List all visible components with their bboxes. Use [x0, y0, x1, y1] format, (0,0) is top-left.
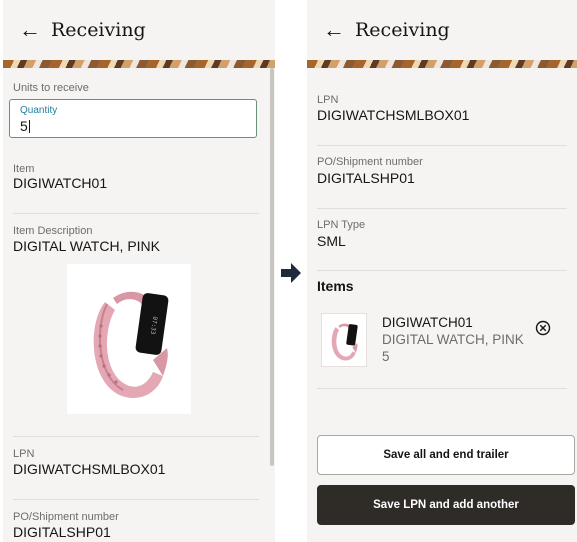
divider — [317, 208, 567, 209]
back-arrow-icon[interactable]: ← — [19, 19, 41, 41]
quantity-value[interactable]: 5 — [20, 118, 30, 134]
page-title: Receiving — [355, 19, 450, 41]
back-arrow-icon[interactable]: ← — [323, 19, 345, 41]
pink-watch-icon — [331, 323, 358, 361]
po-shipment-value: DIGITALSHP01 — [13, 524, 111, 540]
decorative-banner — [307, 60, 577, 68]
item-description-label: Item Description — [13, 225, 93, 237]
page-title: Receiving — [51, 19, 146, 41]
lpn-value: DIGIWATCHSMLBOX01 — [317, 107, 470, 123]
items-heading: Items — [317, 278, 354, 294]
item-label: Item — [13, 163, 35, 175]
divider — [13, 436, 259, 437]
po-shipment-value: DIGITALSHP01 — [317, 170, 415, 186]
lpn-label: LPN — [317, 94, 339, 106]
item-description-value: DIGITAL WATCH, PINK — [13, 238, 161, 254]
divider — [317, 145, 567, 146]
product-image: 07:33 — [67, 264, 191, 414]
remove-circle-x-icon[interactable] — [535, 320, 551, 336]
item-name: DIGIWATCH01 — [382, 315, 473, 330]
lpn-label: LPN — [13, 448, 35, 460]
left-screen: ← Receiving Units to receive Quantity 5 … — [3, 0, 275, 542]
divider — [13, 213, 259, 214]
decorative-banner — [3, 60, 275, 68]
item-value: DIGIWATCH01 — [13, 175, 108, 191]
lpn-type-value: SML — [317, 233, 346, 249]
quantity-field[interactable]: Quantity 5 — [9, 99, 257, 138]
quantity-label: Quantity — [20, 105, 58, 116]
units-to-receive-label: Units to receive — [13, 82, 89, 94]
header: ← Receiving — [3, 0, 275, 60]
header: ← Receiving — [307, 0, 577, 60]
right-screen: ← Receiving LPN DIGIWATCHSMLBOX01 PO/Shi… — [307, 0, 577, 542]
divider — [317, 388, 567, 389]
divider — [317, 270, 567, 271]
save-lpn-add-another-button[interactable]: Save LPN and add another — [317, 485, 575, 525]
save-all-end-trailer-button[interactable]: Save all and end trailer — [317, 435, 575, 475]
right-arrow-icon — [281, 263, 301, 283]
item-description: DIGITAL WATCH, PINK — [382, 332, 524, 347]
pink-watch-icon: 07:33 — [93, 291, 169, 398]
item-quantity: 5 — [382, 349, 390, 364]
po-shipment-label: PO/Shipment number — [13, 511, 119, 523]
scrollbar[interactable] — [270, 68, 274, 466]
lpn-type-label: LPN Type — [317, 219, 366, 231]
divider — [13, 499, 259, 500]
item-thumbnail — [321, 313, 367, 367]
po-shipment-label: PO/Shipment number — [317, 156, 423, 168]
lpn-value: DIGIWATCHSMLBOX01 — [13, 461, 166, 477]
